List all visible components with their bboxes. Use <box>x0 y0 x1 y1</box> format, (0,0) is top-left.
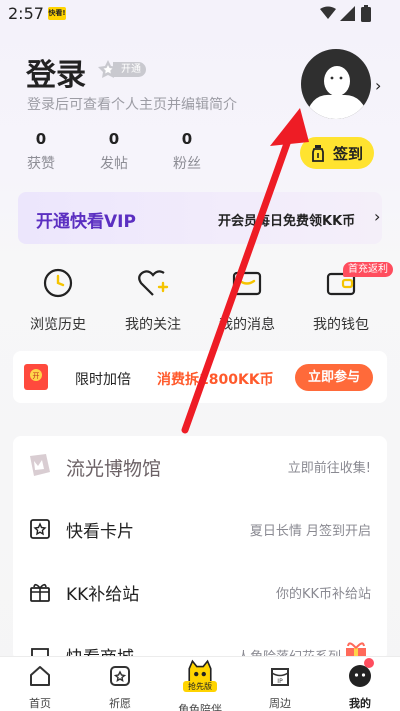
quick-label: 我的消息 <box>219 317 275 333</box>
battery-icon <box>361 5 371 22</box>
vip-open-badge[interactable]: 开通 <box>97 60 146 78</box>
notification-dot <box>364 658 374 668</box>
nav-label: 我的 <box>349 697 371 710</box>
stat-posts[interactable]: 0 发帖 <box>92 130 136 173</box>
wish-icon <box>110 666 130 686</box>
chevron-right-icon: › <box>374 207 381 226</box>
vip-banner[interactable]: 开通快看VIP 开会员每日免费领KK币 › <box>18 192 382 244</box>
message-icon <box>232 271 262 296</box>
status-bar: 2:57 快看! <box>0 0 400 28</box>
menu-hint: 你的KK币补给站 <box>275 587 371 602</box>
museum-icon <box>30 454 50 476</box>
signal-icon <box>340 6 355 21</box>
login-title[interactable]: 登录 <box>26 50 86 94</box>
companion-tag: 抢先版 <box>183 681 217 692</box>
stat-followers[interactable]: 0 粉丝 <box>165 130 209 173</box>
quick-label: 我的钱包 <box>313 317 369 333</box>
vip-badge-label: 开通 <box>113 61 146 77</box>
stat-likes[interactable]: 0 获赞 <box>19 130 63 173</box>
menu-hint: 立即前往收集! <box>287 461 371 476</box>
avatar[interactable] <box>301 49 371 119</box>
vip-banner-text: 开会员每日免费领KK币 <box>218 214 356 229</box>
quick-label: 浏览历史 <box>30 317 86 333</box>
stat-label: 粉丝 <box>173 156 201 172</box>
svg-text:开: 开 <box>33 372 40 380</box>
nav-label: 角色陪伴 <box>178 703 222 711</box>
status-time: 2:57 <box>8 4 44 23</box>
nav-label: 首页 <box>29 697 51 710</box>
clock-icon <box>43 268 73 298</box>
menu-label: 快看卡片 <box>66 522 134 542</box>
quick-messages[interactable]: 我的消息 <box>205 262 289 334</box>
menu-item-cards[interactable]: 快看卡片 夏日长情 月签到开启 <box>13 502 387 554</box>
stat-label: 发帖 <box>100 156 128 172</box>
nav-home[interactable]: 首页 <box>0 657 80 711</box>
stat-value: 0 <box>35 130 47 148</box>
vip-banner-title: 开通快看VIP <box>36 212 136 232</box>
menu-label: 流光博物馆 <box>66 458 162 480</box>
profile-stats: 0 获赞 0 发帖 0 粉丝 <box>0 130 230 174</box>
promo-title: 限时加倍 <box>75 372 131 388</box>
heart-plus-icon <box>138 270 169 296</box>
nav-label: 周边 <box>269 697 291 710</box>
card-star-icon <box>30 519 50 539</box>
quick-label: 我的关注 <box>125 317 181 333</box>
nav-merch[interactable]: IP 周边 <box>240 657 320 711</box>
quick-following[interactable]: 我的关注 <box>111 262 195 334</box>
bottle-icon <box>312 145 324 162</box>
stat-value: 0 <box>181 130 193 148</box>
nav-me[interactable]: 我的 <box>320 657 400 711</box>
red-envelope-icon: 开 <box>24 364 48 390</box>
svg-text:IP: IP <box>277 678 283 685</box>
stat-value: 0 <box>108 130 120 148</box>
chevron-right-icon[interactable]: › <box>375 76 381 95</box>
login-subtitle: 登录后可查看个人主页并编辑简介 <box>27 97 237 113</box>
stat-label: 获赞 <box>27 156 55 172</box>
signin-label: 签到 <box>332 144 363 163</box>
gift-box-icon <box>30 583 50 602</box>
quick-history[interactable]: 浏览历史 <box>16 262 100 334</box>
signin-button[interactable]: 签到 <box>300 137 374 169</box>
menu-item-museum[interactable]: 流光博物馆 立即前往收集! <box>13 439 387 491</box>
wallet-promo-badge: 首充返利 <box>343 262 393 277</box>
app-notification-icon: 快看! <box>48 7 66 20</box>
promo-highlight: 消费拆1800KK币 <box>157 372 274 388</box>
menu-list: 流光博物馆 立即前往收集! 快看卡片 夏日长情 月签到开启 KK补给站 你的KK… <box>13 436 387 661</box>
join-button[interactable]: 立即参与 <box>295 364 373 391</box>
nav-wish[interactable]: 祈愿 <box>80 657 160 711</box>
wifi-icon <box>320 6 336 19</box>
promo-banner[interactable]: 开 限时加倍 消费拆1800KK币 立即参与 <box>13 351 387 403</box>
menu-hint: 夏日长情 月签到开启 <box>249 524 371 539</box>
home-icon <box>30 666 50 686</box>
merch-icon: IP <box>271 668 289 686</box>
default-avatar-icon <box>305 66 369 119</box>
quick-actions: 浏览历史 我的关注 我的消息 我的钱包 <box>0 262 400 334</box>
nav-label: 祈愿 <box>109 697 131 710</box>
menu-item-supply[interactable]: KK补给站 你的KK币补给站 <box>13 565 387 617</box>
menu-label: KK补给站 <box>66 585 140 605</box>
